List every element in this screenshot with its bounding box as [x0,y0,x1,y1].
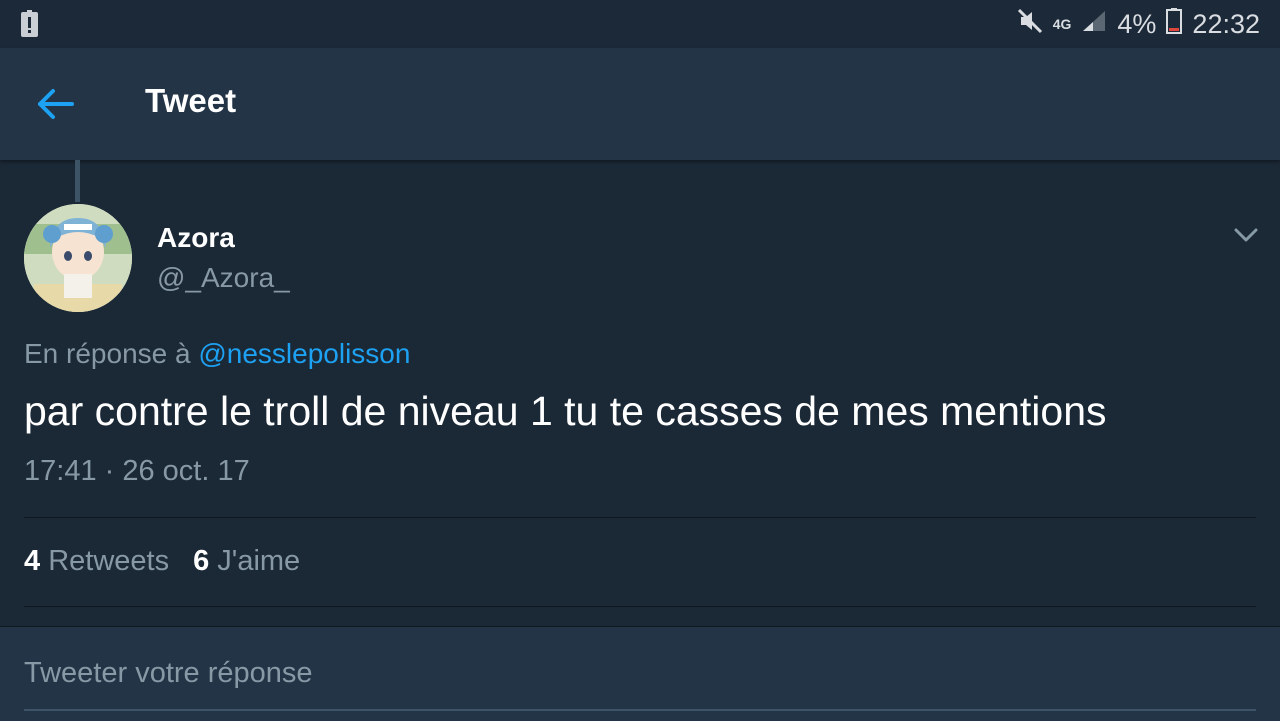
network-type: 4G [1052,16,1072,32]
reply-prefix: En réponse à [24,338,199,369]
tweet-text: par contre le troll de niveau 1 tu te ca… [24,388,1107,434]
mute-icon [1017,8,1043,41]
signal-icon [1081,9,1107,40]
page-title: Tweet [145,82,237,119]
likes-count: 6 [193,545,210,577]
retweets-label: Retweets [48,545,170,577]
divider [24,606,1256,607]
reply-input-underline [24,709,1256,711]
avatar[interactable] [24,204,132,312]
reply-context: En réponse à @nesslepolisson [24,338,410,370]
battery-icon [1166,7,1183,41]
tweet-timestamp: 17:41 · 26 oct. 17 [24,455,250,487]
back-button[interactable] [36,86,80,122]
chevron-down-icon[interactable] [1232,222,1260,246]
divider [24,517,1256,518]
app-header: Tweet [0,48,1280,160]
tweet-stats: 4 Retweets 6 J'aime [24,545,300,578]
display-name[interactable]: Azora [157,222,235,254]
reply-bar: Tweeter votre réponse [0,626,1280,721]
likes-stat[interactable]: 6 J'aime [193,545,300,578]
reply-input[interactable]: Tweeter votre réponse [24,657,1256,690]
status-icons: 4G 4% 22:32 [1017,0,1260,48]
retweets-stat[interactable]: 4 Retweets [24,545,169,578]
thread-connector [75,160,80,202]
user-handle[interactable]: @_Azora_ [157,262,290,294]
alert-icon [20,10,40,43]
reply-mention-link[interactable]: @nesslepolisson [198,338,410,369]
avatar-image [24,204,132,312]
likes-label: J'aime [217,545,301,577]
arrow-left-icon [38,89,74,119]
status-bar: 4G 4% 22:32 [0,0,1280,48]
battery-percent: 4% [1117,8,1157,39]
clock: 22:32 [1192,8,1260,39]
retweets-count: 4 [24,545,41,577]
